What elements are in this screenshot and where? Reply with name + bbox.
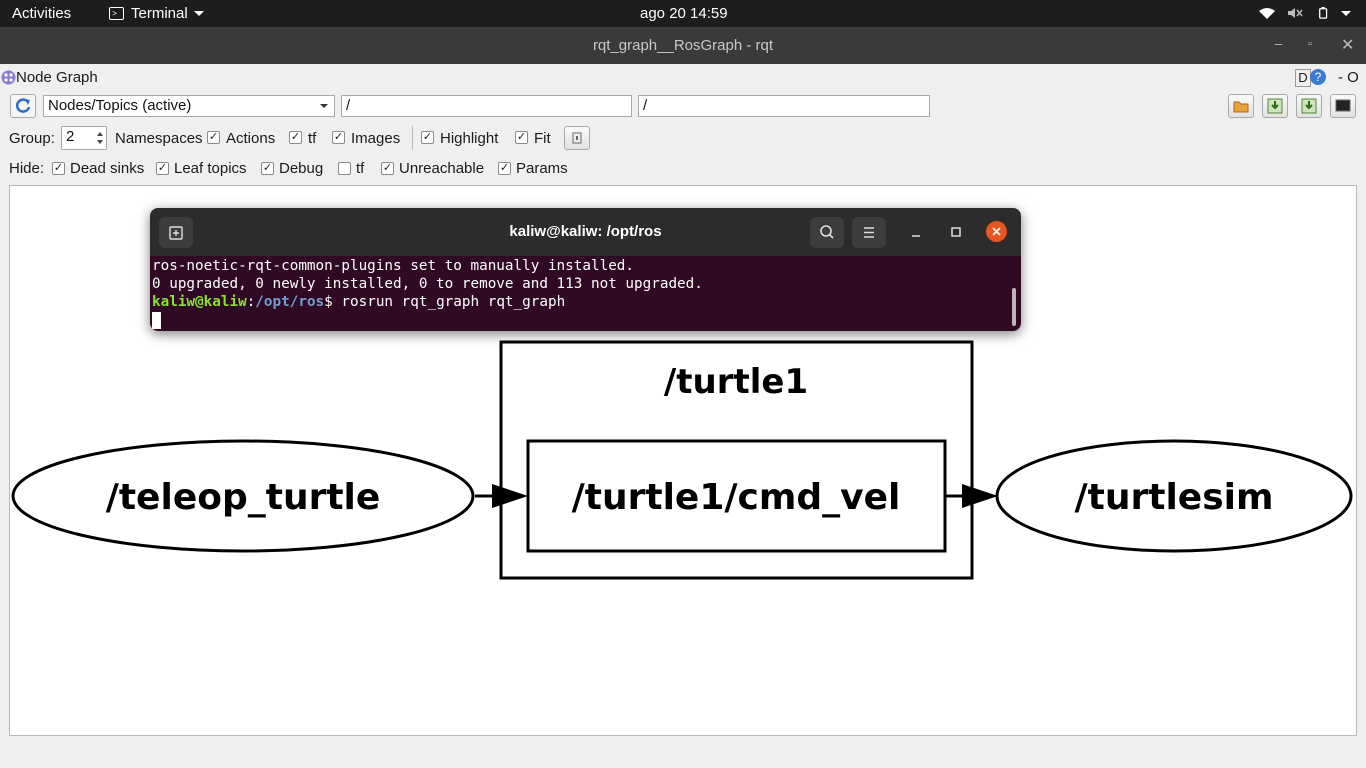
terminal-app-icon[interactable]: > xyxy=(109,7,124,20)
fit-view-icon xyxy=(572,132,582,144)
dock-button[interactable]: D xyxy=(1295,69,1311,87)
text-cursor xyxy=(152,312,161,329)
command-text: rosrun rqt_graph rqt_graph xyxy=(341,294,566,310)
save-icon xyxy=(1267,98,1283,114)
leaf-topics-checkbox[interactable]: ✓ xyxy=(156,162,169,175)
fit-label: Fit xyxy=(534,130,551,147)
terminal-maximize-button[interactable] xyxy=(947,223,965,241)
wifi-icon[interactable] xyxy=(1258,7,1276,19)
prompt-dollar: $ xyxy=(324,294,342,310)
leaf-topics-label: Leaf topics xyxy=(174,160,247,177)
minimize-button[interactable]: – xyxy=(1275,36,1282,51)
terminal-scrollbar[interactable] xyxy=(1012,288,1016,326)
load-dot-button[interactable] xyxy=(1228,94,1254,118)
dead-sinks-checkbox[interactable]: ✓ xyxy=(52,162,65,175)
namespace-label: /turtle1 xyxy=(664,362,808,402)
help-icon[interactable]: ? xyxy=(1310,69,1326,85)
maximize-button[interactable]: ▫ xyxy=(1308,38,1312,50)
monitor-icon xyxy=(1335,99,1351,112)
topic-filter-input[interactable]: / xyxy=(638,95,930,117)
subscriber-label: /turtlesim xyxy=(1075,477,1274,518)
hide-tf-label: tf xyxy=(356,160,365,177)
tf-label: tf xyxy=(308,130,317,147)
window-title-bar[interactable]: rqt_graph__RosGraph - rqt – ▫ ✕ xyxy=(0,27,1366,64)
output-line: 0 upgraded, 0 newly installed, 0 to remo… xyxy=(152,276,703,292)
volume-muted-icon[interactable] xyxy=(1287,7,1303,19)
terminal-header-bar[interactable]: kaliw@kaliw: /opt/ros xyxy=(150,208,1021,256)
system-menu-chevron-icon[interactable] xyxy=(1341,11,1351,16)
ros-plugin-icon xyxy=(1,70,16,85)
save-dot-button[interactable] xyxy=(1262,94,1288,118)
battery-icon[interactable] xyxy=(1316,7,1332,19)
clock[interactable]: ago 20 14:59 xyxy=(640,5,728,22)
dead-sinks-label: Dead sinks xyxy=(70,160,145,177)
close-button[interactable]: ✕ xyxy=(1341,35,1354,55)
refresh-button[interactable] xyxy=(10,94,36,118)
debug-checkbox[interactable]: ✓ xyxy=(261,162,274,175)
group-label: Group: xyxy=(9,130,55,147)
group-spinbox[interactable]: 2 xyxy=(61,126,107,150)
highlight-checkbox[interactable]: ✓ xyxy=(421,131,434,144)
plugin-window-controls[interactable]: - O xyxy=(1338,69,1359,86)
debug-label: Debug xyxy=(279,160,324,177)
terminal-output[interactable]: ros-noetic-rqt-common-plugins set to man… xyxy=(150,256,1021,331)
search-icon xyxy=(820,225,834,239)
images-checkbox[interactable]: ✓ xyxy=(332,131,345,144)
terminal-minimize-button[interactable] xyxy=(907,224,925,242)
topic-node[interactable]: /turtle1/cmd_vel xyxy=(526,439,947,553)
folder-open-icon xyxy=(1233,101,1249,113)
separator xyxy=(412,126,413,150)
save-as-image-icon xyxy=(1301,98,1317,114)
app-menu-button[interactable]: Terminal xyxy=(131,5,188,22)
actions-checkbox[interactable]: ✓ xyxy=(207,131,220,144)
prompt-line: kaliw@kaliw:/opt/ros$ rosrun rqt_graph r… xyxy=(152,294,565,310)
refresh-icon xyxy=(15,98,31,113)
hamburger-menu-icon xyxy=(864,227,874,238)
unreachable-checkbox[interactable]: ✓ xyxy=(381,162,394,175)
prompt-user: kaliw@kaliw xyxy=(152,294,247,310)
plugin-title: Node Graph xyxy=(16,69,98,86)
search-button[interactable] xyxy=(810,217,844,248)
node-filter-input[interactable]: / xyxy=(341,95,632,117)
images-label: Images xyxy=(351,130,401,147)
hide-tf-checkbox[interactable] xyxy=(338,162,351,175)
gnome-top-bar: Activities > Terminal ago 20 14:59 xyxy=(0,0,1366,27)
window-title: rqt_graph__RosGraph - rqt xyxy=(592,37,774,54)
topic-label: /turtle1/cmd_vel xyxy=(572,477,901,518)
spin-down-icon[interactable] xyxy=(97,140,103,144)
publisher-node[interactable]: /teleop_turtle xyxy=(11,439,475,553)
chevron-down-icon xyxy=(194,11,204,16)
params-label: Params xyxy=(516,160,568,177)
terminal-close-button[interactable] xyxy=(986,221,1007,242)
fit-in-view-button[interactable] xyxy=(564,126,590,150)
hamburger-menu-button[interactable] xyxy=(852,217,886,248)
save-svg-button[interactable] xyxy=(1296,94,1322,118)
namespaces-label: Namespaces xyxy=(115,130,203,147)
params-checkbox[interactable]: ✓ xyxy=(498,162,511,175)
tf-checkbox[interactable]: ✓ xyxy=(289,131,302,144)
fit-checkbox[interactable]: ✓ xyxy=(515,131,528,144)
actions-label: Actions xyxy=(226,130,276,147)
spin-up-icon[interactable] xyxy=(97,132,103,136)
subscriber-node[interactable]: /turtlesim xyxy=(995,439,1353,553)
close-icon xyxy=(992,227,1001,236)
activities-button[interactable]: Activities xyxy=(12,5,71,22)
prompt-separator: : xyxy=(246,294,256,310)
highlight-label: Highlight xyxy=(440,130,499,147)
terminal-title: kaliw@kaliw: /opt/ros xyxy=(509,223,662,240)
graph-type-select[interactable]: Nodes/Topics (active) xyxy=(43,95,335,117)
hide-label: Hide: xyxy=(9,160,45,177)
terminal-window[interactable]: kaliw@kaliw: /opt/ros ros-noetic-rqt-com… xyxy=(150,208,1021,331)
publisher-label: /teleop_turtle xyxy=(106,477,381,518)
output-line: ros-noetic-rqt-common-plugins set to man… xyxy=(152,258,635,274)
edge-publisher-topic[interactable] xyxy=(475,484,528,508)
prompt-path: /opt/ros xyxy=(255,294,325,310)
unreachable-label: Unreachable xyxy=(399,160,485,177)
edge-topic-subscriber[interactable] xyxy=(945,484,998,508)
screenshot-button[interactable] xyxy=(1330,94,1356,118)
chevron-down-icon xyxy=(320,104,328,108)
